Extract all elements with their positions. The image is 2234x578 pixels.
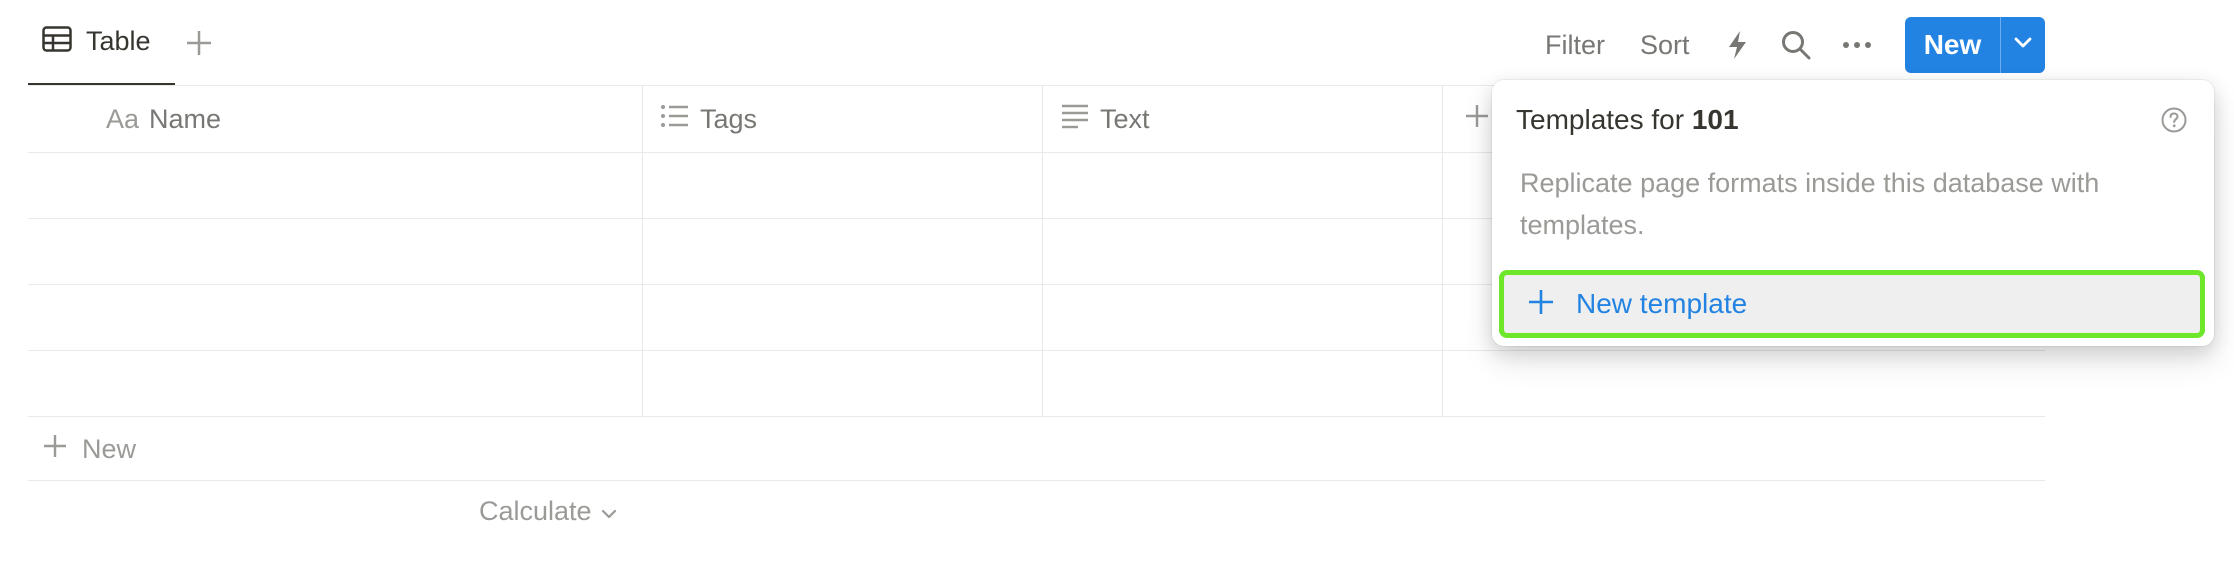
add-view-button[interactable] [184, 28, 214, 58]
add-column-button[interactable] [1464, 86, 1490, 152]
templates-popup: Templates for 101 Replicate page formats… [1492, 80, 2214, 346]
text-type-icon: Aa [106, 103, 140, 134]
database-name: 101 [1691, 104, 1739, 135]
new-template-label: New template [1576, 288, 1748, 319]
lightning-icon [1721, 31, 1755, 66]
help-button[interactable] [2160, 106, 2188, 134]
column-header-tags[interactable]: Tags [660, 86, 757, 152]
chevron-down-icon [2013, 36, 2033, 55]
plus-icon [184, 31, 214, 62]
new-template-button[interactable]: New template [1499, 270, 2205, 338]
help-icon [2160, 107, 2188, 138]
search-button[interactable] [1779, 28, 1813, 62]
calculate-label: Calculate [479, 495, 592, 526]
column-label: Name [149, 103, 222, 134]
popup-title-prefix: Templates for [1516, 104, 1692, 135]
more-options-button[interactable] [1840, 28, 1874, 62]
column-header-name[interactable]: Aa Name [106, 86, 221, 152]
chevron-down-icon [600, 496, 618, 527]
list-icon [660, 103, 690, 136]
new-button-group: New [1905, 17, 2045, 73]
popup-description: Replicate page formats inside this datab… [1520, 168, 2100, 240]
table-icon [42, 26, 72, 57]
plus-icon [1526, 287, 1556, 322]
sort-button[interactable]: Sort [1640, 28, 1690, 62]
plus-icon [1464, 103, 1490, 136]
new-dropdown-button[interactable] [2001, 17, 2045, 73]
text-lines-icon [1060, 103, 1090, 136]
plus-icon [42, 433, 68, 466]
tab-label: Table [86, 26, 151, 56]
column-label: Text [1100, 103, 1150, 134]
more-icon [1840, 42, 1874, 66]
filter-button[interactable]: Filter [1545, 28, 1605, 62]
column-header-text[interactable]: Text [1060, 86, 1150, 152]
search-icon [1779, 31, 1813, 66]
add-row-button[interactable]: New [28, 417, 2045, 481]
popup-title: Templates for 101 [1516, 104, 1739, 136]
automations-button[interactable] [1721, 28, 1755, 62]
table-row[interactable] [28, 351, 2045, 416]
tab-table[interactable]: Table [28, 0, 175, 86]
add-row-label: New [82, 433, 137, 464]
column-label: Tags [700, 103, 758, 134]
new-button[interactable]: New [1905, 17, 2000, 73]
calculate-button[interactable]: Calculate [479, 486, 618, 536]
